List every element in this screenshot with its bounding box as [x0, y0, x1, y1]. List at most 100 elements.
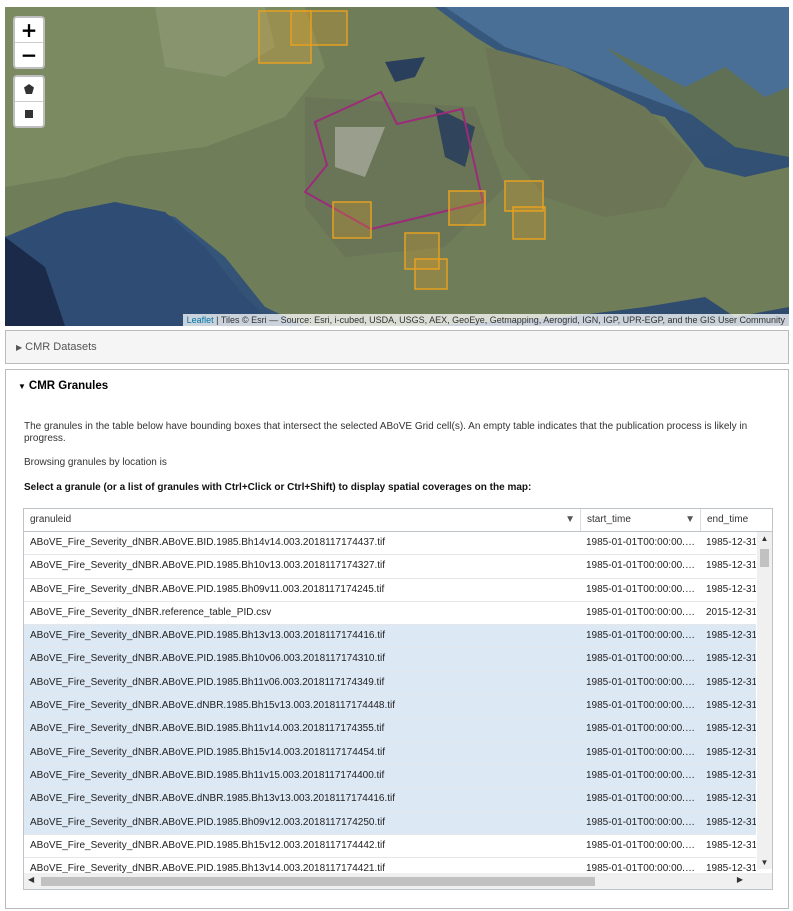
cell-end-time: 1985-12-31 [706, 816, 756, 828]
column-header-granuleid[interactable]: granuleid ▼ [24, 509, 581, 531]
cell-granuleid: ABoVE_Fire_Severity_dNBR.ABoVE.PID.1985.… [30, 676, 385, 688]
table-row[interactable]: ABoVE_Fire_Severity_dNBR.ABoVE.PID.1985.… [24, 811, 756, 835]
cmr-granules-toggle[interactable]: ▼ CMR Granules [18, 380, 108, 392]
cell-end-time: 1985-12-31 [706, 839, 756, 851]
satellite-basemap [5, 7, 789, 326]
table-row[interactable]: ABoVE_Fire_Severity_dNBR.ABoVE.PID.1985.… [24, 579, 756, 602]
cell-granuleid: ABoVE_Fire_Severity_dNBR.reference_table… [30, 606, 272, 618]
browsing-note: Browsing granules by location is [24, 457, 167, 468]
cell-start-time: 1985-01-01T00:00:00.000Z [586, 793, 700, 805]
cell-granuleid: ABoVE_Fire_Severity_dNBR.ABoVE.PID.1985.… [30, 816, 386, 828]
draw-polygon-button[interactable] [15, 77, 43, 101]
cell-start-time: 1985-01-01T00:00:00.000Z [586, 653, 700, 665]
cell-end-time: 1985-12-31 [706, 676, 756, 688]
cell-end-time: 1985-12-31 [706, 630, 756, 642]
cell-granuleid: ABoVE_Fire_Severity_dNBR.ABoVE.BID.1985.… [30, 537, 386, 548]
table-row[interactable]: ABoVE_Fire_Severity_dNBR.ABoVE.PID.1985.… [24, 555, 756, 579]
zoom-out-button[interactable]: − [15, 42, 43, 67]
cmr-datasets-panel: ▶ CMR Datasets [5, 330, 789, 364]
column-header-end-time[interactable]: end_time [701, 509, 772, 531]
map-attribution: Leaflet | Tiles © Esri — Source: Esri, i… [182, 314, 789, 326]
cell-end-time: 1985-12-31 [706, 723, 756, 735]
cell-granuleid: ABoVE_Fire_Severity_dNBR.ABoVE.BID.1985.… [30, 723, 385, 735]
table-row[interactable]: ABoVE_Fire_Severity_dNBR.ABoVE.BID.1985.… [24, 532, 756, 556]
filter-icon[interactable]: ▼ [565, 509, 575, 531]
cell-start-time: 1985-01-01T00:00:00.000Z [586, 676, 700, 688]
column-label: end_time [707, 514, 749, 525]
cell-end-time: 1985-12-31 [706, 700, 756, 712]
column-label: start_time [587, 514, 631, 525]
caret-right-icon: ▶ [16, 343, 23, 352]
zoom-control: + − [13, 16, 45, 69]
table-body: ABoVE_Fire_Severity_dNBR.ABoVE.BID.1985.… [24, 532, 756, 882]
table-row[interactable]: ABoVE_Fire_Severity_dNBR.ABoVE.PID.1985.… [24, 648, 756, 672]
table-row[interactable]: ABoVE_Fire_Severity_dNBR.ABoVE.PID.1985.… [24, 741, 756, 765]
cell-end-time: 1985-12-31 [706, 793, 756, 805]
cmr-datasets-toggle[interactable]: ▶ CMR Datasets [16, 341, 97, 353]
leaflet-link[interactable]: Leaflet [187, 315, 214, 325]
cell-start-time: 1985-01-01T00:00:00.000Z [586, 583, 700, 595]
cell-start-time: 1985-01-01T00:00:00.000Z [586, 560, 700, 572]
cell-granuleid: ABoVE_Fire_Severity_dNBR.ABoVE.PID.1985.… [30, 839, 386, 851]
cell-end-time: 2015-12-31 [706, 606, 756, 618]
scroll-right-icon[interactable]: ▶ [737, 875, 743, 884]
cell-granuleid: ABoVE_Fire_Severity_dNBR.ABoVE.PID.1985.… [30, 746, 386, 758]
zoom-in-button[interactable]: + [15, 18, 43, 42]
draw-toolbar [13, 75, 45, 128]
scroll-up-icon[interactable]: ▲ [757, 534, 772, 543]
cell-end-time: 1985-12-31 [706, 583, 756, 595]
filter-icon[interactable]: ▼ [685, 509, 695, 531]
cell-granuleid: ABoVE_Fire_Severity_dNBR.ABoVE.PID.1985.… [30, 583, 385, 595]
column-header-start-time[interactable]: start_time ▼ [581, 509, 701, 531]
cmr-granules-panel: ▼ CMR Granules The granules in the table … [5, 369, 789, 909]
cell-start-time: 1985-01-01T00:00:00.000Z [586, 537, 700, 548]
granules-description: The granules in the table below have bou… [24, 421, 748, 444]
granules-table: granuleid ▼ start_time ▼ end_time ABoVE_… [23, 508, 773, 890]
cell-end-time: 1985-12-31 [706, 537, 756, 548]
vertical-scrollbar[interactable]: ▲ ▼ [757, 532, 772, 869]
horizontal-scrollbar[interactable]: ◀ ▶ [24, 873, 757, 889]
scroll-corner [757, 873, 772, 889]
cell-end-time: 1985-12-31 [706, 560, 756, 572]
polygon-icon [24, 84, 34, 94]
cell-end-time: 1985-12-31 [706, 653, 756, 665]
table-row[interactable]: ABoVE_Fire_Severity_dNBR.reference_table… [24, 602, 756, 626]
table-row[interactable]: ABoVE_Fire_Severity_dNBR.ABoVE.PID.1985.… [24, 835, 756, 859]
cell-start-time: 1985-01-01T00:00:00.000Z [586, 839, 700, 851]
cell-start-time: 1985-01-01T00:00:00.000Z [586, 816, 700, 828]
square-icon [25, 110, 33, 118]
cmr-datasets-label: CMR Datasets [25, 341, 97, 353]
cell-start-time: 1985-01-01T00:00:00.000Z [586, 723, 700, 735]
cell-start-time: 1985-01-01T00:00:00.000Z [586, 700, 700, 712]
table-row[interactable]: ABoVE_Fire_Severity_dNBR.ABoVE.dNBR.1985… [24, 695, 756, 719]
cell-granuleid: ABoVE_Fire_Severity_dNBR.ABoVE.BID.1985.… [30, 769, 385, 781]
cell-granuleid: ABoVE_Fire_Severity_dNBR.ABoVE.PID.1985.… [30, 630, 386, 642]
caret-down-icon: ▼ [18, 382, 26, 391]
cmr-granules-label: CMR Granules [28, 380, 109, 392]
map[interactable]: + − Leaflet | Tiles © Esri — Source: Esr… [5, 7, 789, 326]
horizontal-scroll-thumb[interactable] [41, 877, 595, 886]
draw-rectangle-button[interactable] [15, 101, 43, 126]
cell-start-time: 1985-01-01T00:00:00.000Z [586, 630, 700, 642]
table-row[interactable]: ABoVE_Fire_Severity_dNBR.ABoVE.BID.1985.… [24, 764, 756, 789]
scroll-left-icon[interactable]: ◀ [28, 875, 34, 884]
table-row[interactable]: ABoVE_Fire_Severity_dNBR.ABoVE.BID.1985.… [24, 718, 756, 742]
cell-start-time: 1985-01-01T00:00:00.000Z [586, 769, 700, 781]
cell-granuleid: ABoVE_Fire_Severity_dNBR.ABoVE.dNBR.1985… [30, 793, 396, 805]
table-row[interactable]: ABoVE_Fire_Severity_dNBR.ABoVE.PID.1985.… [24, 671, 756, 696]
cell-granuleid: ABoVE_Fire_Severity_dNBR.ABoVE.dNBR.1985… [30, 700, 396, 712]
column-label: granuleid [30, 514, 72, 525]
cell-start-time: 1985-01-01T00:00:00.000Z [586, 606, 700, 618]
table-row[interactable]: ABoVE_Fire_Severity_dNBR.ABoVE.dNBR.1985… [24, 788, 756, 812]
scroll-down-icon[interactable]: ▼ [757, 858, 772, 867]
cell-granuleid: ABoVE_Fire_Severity_dNBR.ABoVE.PID.1985.… [30, 560, 386, 572]
table-header: granuleid ▼ start_time ▼ end_time [24, 509, 772, 532]
selection-instructions: Select a granule (or a list of granules … [24, 482, 532, 493]
cell-end-time: 1985-12-31 [706, 769, 756, 781]
table-row[interactable]: ABoVE_Fire_Severity_dNBR.ABoVE.PID.1985.… [24, 625, 756, 649]
cell-start-time: 1985-01-01T00:00:00.000Z [586, 746, 700, 758]
attribution-text: | Tiles © Esri — Source: Esri, i-cubed, … [213, 315, 785, 325]
vertical-scroll-thumb[interactable] [760, 549, 769, 567]
cell-granuleid: ABoVE_Fire_Severity_dNBR.ABoVE.PID.1985.… [30, 653, 386, 665]
cell-end-time: 1985-12-31 [706, 746, 756, 758]
